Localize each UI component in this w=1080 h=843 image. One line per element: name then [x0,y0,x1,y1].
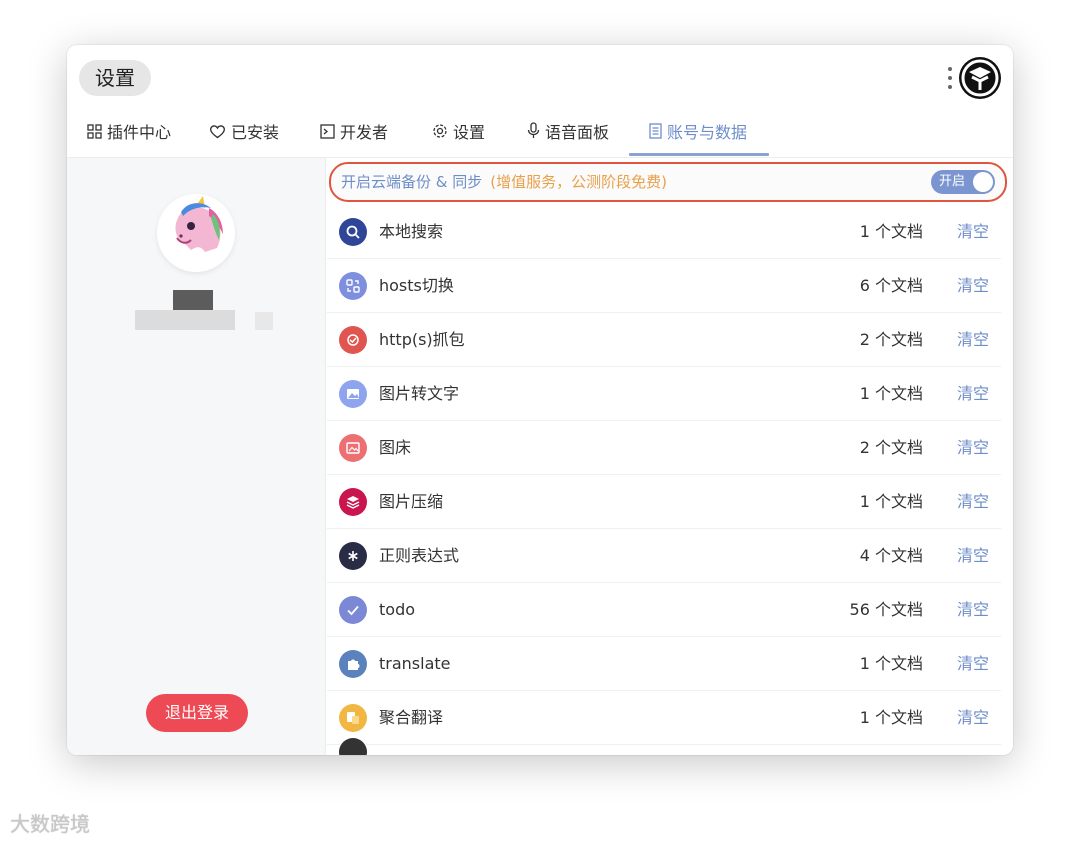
tab-label: 账号与数据 [667,123,748,142]
tab-label: 开发者 [340,123,389,142]
watermark: 大数跨境 [10,812,90,836]
asterisk-icon [339,542,367,570]
plugin-doc-count: 2 个文档 [859,438,923,457]
plugin-row: translate 1 个文档 清空 [327,638,1001,691]
tab-label: 语音面板 [545,123,610,142]
plugin-name: 正则表达式 [379,546,460,565]
plugin-doc-count: 1 个文档 [859,222,923,241]
plugin-name: 本地搜索 [379,222,444,241]
search-icon [339,218,367,246]
plugin-row: 聚合翻译 1 个文档 清空 [327,692,1001,745]
cloud-sync-note: (增值服务，公测阶段免费) [490,173,667,191]
heart-icon [209,116,226,152]
plugin-name: 图床 [379,438,412,457]
plugin-row: 正则表达式 4 个文档 清空 [327,530,1001,583]
plugin-row: 图片转文字 1 个文档 清空 [327,368,1001,421]
document-icon [649,116,662,152]
check-icon [339,596,367,624]
plugin-doc-count: 4 个文档 [859,546,923,565]
unicorn-avatar-icon [157,194,235,272]
tab-label: 已安装 [231,123,280,142]
plugin-name: 聚合翻译 [379,708,444,727]
plugin-row: todo 56 个文档 清空 [327,584,1001,637]
plugin-name: translate [379,654,451,673]
window-title: 设置 [79,60,151,96]
toggle-knob [973,172,993,192]
tab-label: 设置 [453,123,486,142]
plugin-row: http(s)抓包 2 个文档 清空 [327,314,1001,367]
plugin-row: hosts切换 6 个文档 清空 [327,260,1001,313]
plugin-row: 图床 2 个文档 清空 [327,422,1001,475]
capture-icon [339,326,367,354]
clear-data-button[interactable]: 清空 [957,260,989,312]
clear-data-button[interactable]: 清空 [957,638,989,690]
clear-data-button[interactable]: 清空 [957,422,989,474]
plugin-name: 图片转文字 [379,384,460,403]
account-sidebar: 退出登录 [67,158,326,755]
plugin-name: http(s)抓包 [379,330,465,349]
tab-developer[interactable]: 开发者 [320,115,388,155]
cloud-sync-bar: 开启云端备份 & 同步 (增值服务，公测阶段免费) 开启 [329,162,1007,202]
account-data-panel: 开启云端备份 & 同步 (增值服务，公测阶段免费) 开启 本地搜索 1 个文档 清空 h… [327,158,1013,755]
tab-voice-panel[interactable]: 语音面板 [527,115,609,155]
picture-icon [339,434,367,462]
plugin-name: 图片压缩 [379,492,444,511]
cloud-sync-title: 开启云端备份 & 同步 [341,173,483,191]
plugin-doc-count: 1 个文档 [859,708,923,727]
microphone-icon [527,116,540,152]
plugin-data-list: 本地搜索 1 个文档 清空 hosts切换 6 个文档 清空 http(s)抓包 2 个文档清… [327,206,1001,746]
grid-icon [87,116,102,152]
toggle-label: 开启 [939,174,966,189]
tab-bar: 插件中心 已安装 开发者 设置 语音面板 账号与数据 [67,115,1013,158]
settings-window: 设置 插件中心 已安装 开发者 设置 语音面板 账号与数据 退出登录 开启云端备… [67,45,1013,755]
puzzle-icon [339,650,367,678]
plugin-doc-count: 1 个文档 [859,384,923,403]
plugin-name: hosts切换 [379,276,454,295]
redacted-account-info [135,310,235,330]
layers-icon [339,488,367,516]
plugin-name: todo [379,600,416,619]
plugin-doc-count: 6 个文档 [859,276,923,295]
logout-button[interactable]: 退出登录 [146,694,248,732]
terminal-icon [320,116,335,152]
clear-data-button[interactable]: 清空 [957,476,989,528]
clear-data-button[interactable]: 清空 [957,530,989,582]
translate-icon [339,704,367,732]
swap-icon [339,272,367,300]
plugin-row: 本地搜索 1 个文档 清空 [327,206,1001,259]
avatar [157,194,235,272]
clear-data-button[interactable]: 清空 [957,314,989,366]
more-options-icon[interactable] [947,67,953,93]
cloud-sync-label: 开启云端备份 & 同步 (增值服务，公测阶段免费) [341,164,667,200]
plugin-doc-count: 2 个文档 [859,330,923,349]
plugin-doc-count: 56 个文档 [849,600,923,619]
app-logo-icon [959,57,1001,99]
clear-data-button[interactable]: 清空 [957,584,989,636]
tab-plugin-center[interactable]: 插件中心 [87,115,171,155]
image-icon [339,380,367,408]
plugin-doc-count: 1 个文档 [859,492,923,511]
plugin-row: 图片压缩 1 个文档 清空 [327,476,1001,529]
redacted-username [173,290,213,310]
gear-icon [432,116,448,152]
active-tab-indicator [629,153,769,156]
tab-installed[interactable]: 已安装 [209,115,279,155]
clear-data-button[interactable]: 清空 [957,692,989,744]
tab-account-data[interactable]: 账号与数据 [649,115,747,155]
tab-label: 插件中心 [107,123,172,142]
cloud-sync-toggle[interactable]: 开启 [931,170,995,194]
tab-settings[interactable]: 设置 [432,115,485,155]
clear-data-button[interactable]: 清空 [957,368,989,420]
redacted-account-info [255,312,273,330]
plugin-doc-count: 1 个文档 [859,654,923,673]
clear-data-button[interactable]: 清空 [957,206,989,258]
